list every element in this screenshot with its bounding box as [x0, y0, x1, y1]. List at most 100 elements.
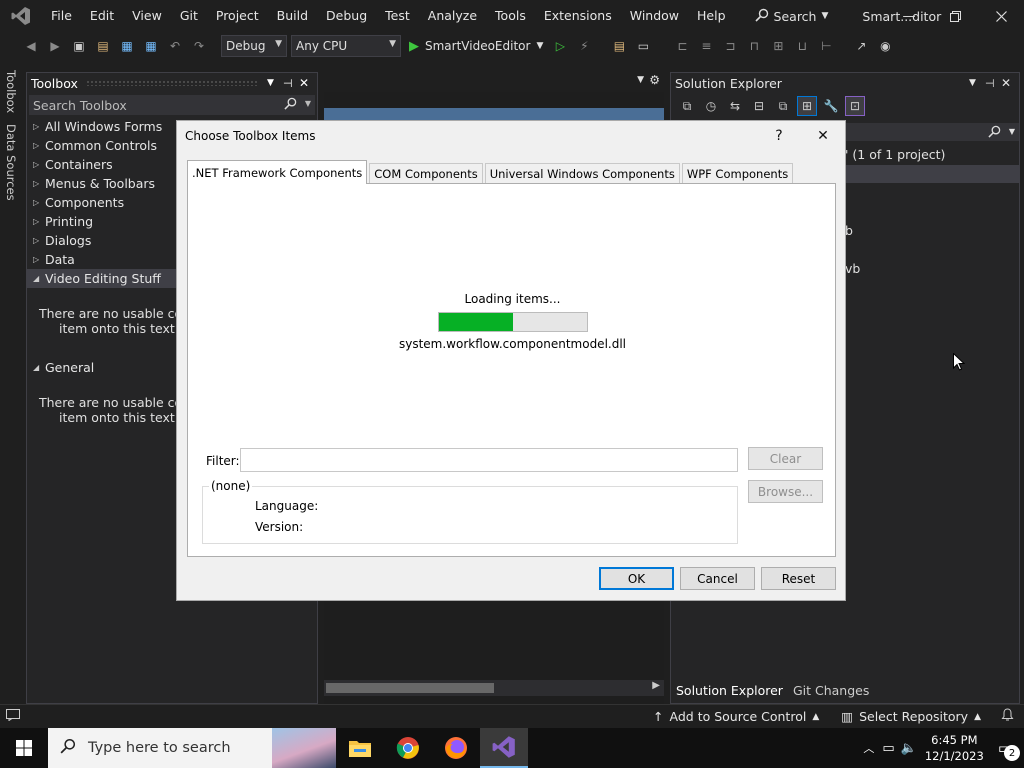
- preview-icon[interactable]: ⊡: [845, 96, 865, 116]
- save-all-icon[interactable]: ▦: [142, 37, 160, 55]
- select-repository-button[interactable]: ▥ Select Repository ▲: [841, 709, 981, 724]
- tab-wpf-components[interactable]: WPF Components: [681, 163, 794, 183]
- align-center-icon[interactable]: ≡: [697, 37, 715, 55]
- taskbar-visual-studio[interactable]: [480, 728, 528, 768]
- volume-muted-icon[interactable]: 🔈: [901, 741, 917, 756]
- taskbar-search-box[interactable]: Type here to search: [48, 728, 336, 768]
- undo-icon[interactable]: ↶: [166, 37, 184, 55]
- network-icon[interactable]: ▭: [882, 741, 894, 756]
- start-without-debugging-icon[interactable]: ▷: [551, 37, 569, 55]
- menu-git[interactable]: Git: [171, 0, 207, 32]
- tab-solution-explorer[interactable]: Solution Explorer: [671, 683, 788, 698]
- chevron-right-icon[interactable]: ▶: [652, 680, 660, 691]
- forward-icon[interactable]: ▶: [46, 37, 64, 55]
- tree-item-label[interactable]: b: [845, 223, 853, 238]
- tree-item-label[interactable]: vb: [845, 261, 860, 276]
- align-bottom-icon[interactable]: ⊔: [793, 37, 811, 55]
- menu-debug[interactable]: Debug: [317, 0, 376, 32]
- help-button[interactable]: ?: [765, 125, 793, 147]
- share-icon[interactable]: ↗: [852, 37, 870, 55]
- align-left-icon[interactable]: ⊏: [673, 37, 691, 55]
- notifications-bell-icon[interactable]: [1001, 708, 1014, 725]
- menu-window[interactable]: Window: [621, 0, 688, 32]
- menu-file[interactable]: File: [42, 0, 81, 32]
- global-search-button[interactable]: Search ▼: [749, 8, 835, 25]
- properties-wrench-icon[interactable]: 🔧: [822, 97, 840, 115]
- menu-project[interactable]: Project: [207, 0, 268, 32]
- dialog-close-button[interactable]: ✕: [809, 125, 837, 147]
- tab-git-changes[interactable]: Git Changes: [788, 683, 874, 698]
- show-all-files-icon[interactable]: ⧉: [774, 97, 792, 115]
- collapse-all-icon[interactable]: ⊟: [750, 97, 768, 115]
- menu-analyze[interactable]: Analyze: [419, 0, 486, 32]
- align-top-icon[interactable]: ⊓: [745, 37, 763, 55]
- taskbar-firefox[interactable]: [432, 728, 480, 768]
- tab-com-components[interactable]: COM Components: [369, 163, 483, 183]
- hot-reload-icon[interactable]: ⚡: [575, 37, 593, 55]
- solution-node-label[interactable]: ' (1 of 1 project): [845, 147, 945, 162]
- filter-input[interactable]: [240, 448, 738, 472]
- taskbar-chrome[interactable]: [384, 728, 432, 768]
- align-middle-icon[interactable]: ⊞: [769, 37, 787, 55]
- taskbar-file-explorer[interactable]: [336, 728, 384, 768]
- reset-button[interactable]: Reset: [761, 567, 836, 590]
- chevron-down-icon[interactable]: ▼: [1009, 127, 1015, 136]
- add-to-source-control-button[interactable]: ↑ Add to Source Control ▲: [653, 709, 819, 724]
- start-button[interactable]: [0, 728, 48, 768]
- tab-toolbox-vertical[interactable]: Toolbox: [4, 70, 18, 113]
- vs-switch-view-icon[interactable]: ⧉: [678, 97, 696, 115]
- save-icon[interactable]: ▦: [118, 37, 136, 55]
- pin-icon[interactable]: ⊣: [283, 77, 299, 90]
- component-name-none: (none): [209, 479, 253, 493]
- new-project-icon[interactable]: ▣: [70, 37, 88, 55]
- menu-tools[interactable]: Tools: [486, 0, 535, 32]
- menu-edit[interactable]: Edit: [81, 0, 123, 32]
- chevron-up-icon[interactable]: ︿: [863, 740, 874, 756]
- chevron-down-icon[interactable]: ▼: [305, 99, 311, 108]
- menu-help[interactable]: Help: [688, 0, 735, 32]
- minimize-button[interactable]: —: [886, 0, 932, 32]
- visual-studio-logo-icon[interactable]: [10, 5, 32, 27]
- notification-center-icon[interactable]: ▭ 2: [998, 739, 1020, 761]
- pin-icon[interactable]: ⊣: [985, 77, 1001, 90]
- close-icon[interactable]: ✕: [299, 76, 317, 90]
- menu-view[interactable]: View: [123, 0, 171, 32]
- browse-button[interactable]: Browse...: [748, 480, 823, 503]
- ok-button[interactable]: OK: [599, 567, 674, 590]
- solution-config-select[interactable]: Debug ▼: [221, 35, 287, 57]
- clear-button[interactable]: Clear: [748, 447, 823, 470]
- chevron-down-icon[interactable]: ▼: [637, 75, 644, 85]
- cancel-button[interactable]: Cancel: [680, 567, 755, 590]
- tab-data-sources-vertical[interactable]: Data Sources: [4, 124, 18, 201]
- redo-icon[interactable]: ↷: [190, 37, 208, 55]
- start-debugging-button[interactable]: ▶ SmartVideoEditor ▼: [409, 39, 543, 54]
- editor-horizontal-scrollbar[interactable]: ▶: [324, 680, 664, 696]
- platform-select[interactable]: Any CPU ▼: [291, 35, 401, 57]
- history-icon[interactable]: ◷: [702, 97, 720, 115]
- open-folder-icon[interactable]: ▤: [94, 37, 112, 55]
- menu-build[interactable]: Build: [268, 0, 317, 32]
- restore-button[interactable]: [932, 0, 978, 32]
- back-icon[interactable]: ◀: [22, 37, 40, 55]
- toolbox-drag-handle[interactable]: [85, 80, 259, 86]
- layout-icon[interactable]: ▭: [634, 37, 652, 55]
- close-window-button[interactable]: [978, 0, 1024, 32]
- output-window-icon[interactable]: [6, 709, 20, 724]
- align-right-icon[interactable]: ⊐: [721, 37, 739, 55]
- gear-icon[interactable]: ⚙: [649, 73, 660, 87]
- solution-folder-icon[interactable]: ▤: [610, 37, 628, 55]
- chevron-down-icon[interactable]: ▼: [969, 78, 985, 88]
- toolbox-search-input[interactable]: Search Toolbox ▼: [29, 95, 315, 115]
- tab-net-framework-components[interactable]: .NET Framework Components: [187, 160, 368, 184]
- menu-extensions[interactable]: Extensions: [535, 0, 621, 32]
- sync-icon[interactable]: ⇆: [726, 97, 744, 115]
- menu-test[interactable]: Test: [376, 0, 419, 32]
- spacing-icon[interactable]: ⊢: [817, 37, 835, 55]
- scrollbar-thumb[interactable]: [326, 683, 494, 693]
- account-icon[interactable]: ◉: [876, 37, 894, 55]
- view-class-diagram-icon[interactable]: ⊞: [797, 96, 817, 116]
- close-icon[interactable]: ✕: [1001, 76, 1019, 90]
- tab-universal-windows-components[interactable]: Universal Windows Components: [484, 163, 680, 183]
- chevron-down-icon[interactable]: ▼: [267, 78, 283, 88]
- clock[interactable]: 6:45 PM 12/1/2023: [925, 732, 984, 764]
